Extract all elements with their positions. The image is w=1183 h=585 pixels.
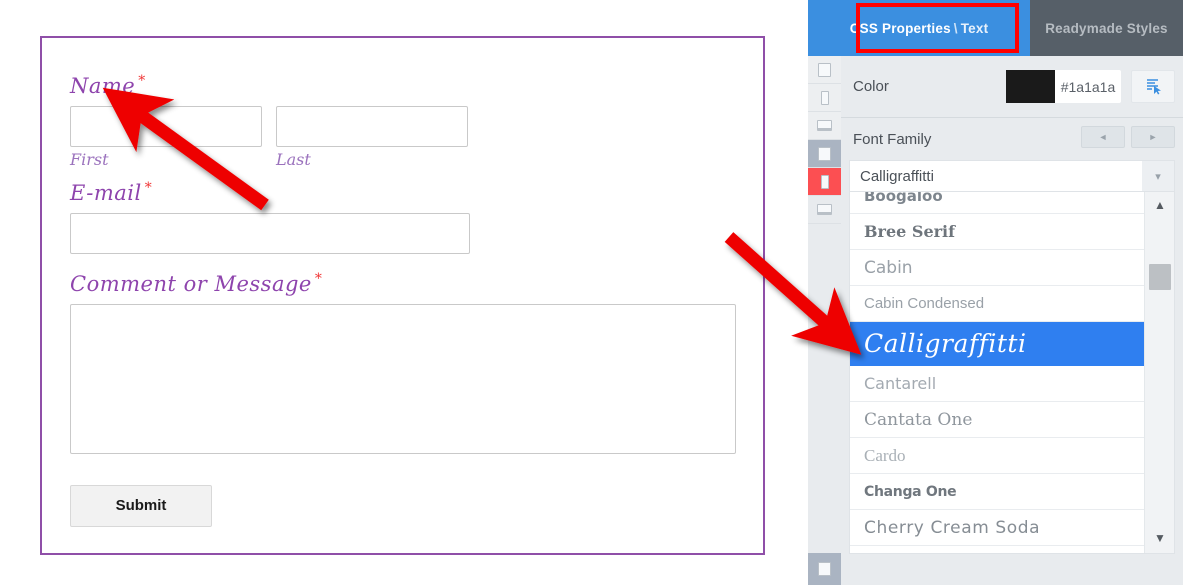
font-option-changa-one[interactable]: Changa One (850, 474, 1144, 510)
message-textarea[interactable] (70, 303, 736, 454)
font-option-cantarell[interactable]: Cantarell (850, 366, 1144, 402)
font-next-button[interactable]: ► (1131, 126, 1175, 148)
page-icon (818, 562, 831, 576)
font-option-bree-serif[interactable]: Bree Serif (850, 214, 1144, 250)
name-label: Name * (70, 73, 735, 98)
panel-tabbar: CSS Properties \ Text Readymade Styles (808, 0, 1183, 56)
first-name-sublabel: First (70, 150, 109, 170)
font-option-calligraffitti[interactable]: Calligraffitti (850, 322, 1144, 366)
scrollbar-thumb[interactable] (1149, 264, 1171, 290)
font-family-select[interactable]: Calligraffitti ▾ (849, 160, 1175, 192)
email-input[interactable] (70, 212, 470, 254)
font-option-cherry-cream-soda[interactable]: Cherry Cream Soda (850, 510, 1144, 546)
name-row: First Last (70, 106, 735, 169)
dropdown-scrollbar[interactable]: ▲ ▼ (1144, 192, 1174, 553)
tab-separator: \ (953, 20, 958, 36)
panel-content: Color #1a1a1a Font Family ◄ ► Calligraff… (841, 56, 1183, 585)
font-prev-button[interactable]: ◄ (1081, 126, 1125, 148)
email-label: E-mail * (70, 179, 735, 205)
rail-desktop-icon-button-2[interactable] (808, 196, 841, 224)
eyedropper-button[interactable] (1131, 70, 1175, 103)
color-swatch[interactable] (1006, 70, 1055, 103)
device-rail (808, 56, 841, 585)
mobile-icon (820, 90, 829, 105)
color-control[interactable]: #1a1a1a (1006, 70, 1121, 103)
page-icon (818, 146, 831, 161)
last-name-input[interactable] (276, 106, 468, 148)
message-required-marker: * (314, 270, 323, 287)
scroll-up-button[interactable]: ▲ (1145, 192, 1174, 218)
message-label-text: Comment or Message (70, 271, 312, 296)
tab-css-properties-label: CSS Properties (849, 20, 951, 36)
last-name-sublabel: Last (276, 150, 311, 170)
font-family-selected-value: Calligraffitti (860, 167, 934, 185)
desktop-icon (817, 120, 832, 131)
desktop-icon (817, 204, 832, 215)
font-option-cantata-one[interactable]: Cantata One (850, 402, 1144, 438)
mobile-icon (820, 174, 829, 189)
tab-css-properties[interactable]: CSS Properties \ Text (808, 0, 1030, 56)
rail-mobile-icon-button-1[interactable] (808, 84, 841, 112)
color-hex-value[interactable]: #1a1a1a (1055, 79, 1121, 95)
rail-page-icon-button-2[interactable] (808, 140, 841, 168)
font-nav-buttons: ◄ ► (1081, 126, 1175, 148)
font-family-title: Font Family (853, 130, 932, 148)
rail-mobile-icon-button-2[interactable] (808, 168, 841, 196)
rail-desktop-icon-button-1[interactable] (808, 112, 841, 140)
email-label-text: E-mail (70, 180, 142, 205)
name-label-text: Name (70, 74, 136, 98)
color-section-title: Color (853, 78, 889, 95)
first-name-input[interactable] (70, 106, 262, 148)
rail-page-icon-button-bottom[interactable] (808, 553, 841, 585)
css-properties-panel: CSS Properties \ Text Readymade Styles C… (808, 0, 1183, 585)
form-preview-area: Name * First Last E-mail * Comment or Me… (0, 0, 808, 585)
tab-css-properties-sublabel: Text (960, 20, 989, 36)
scroll-down-button[interactable]: ▼ (1145, 525, 1174, 551)
font-family-section: Font Family ◄ ► Calligraffitti ▾ Boogalo… (841, 118, 1183, 554)
color-section: Color #1a1a1a (841, 56, 1183, 118)
eyedropper-icon (1146, 79, 1161, 95)
rail-page-icon-button-1[interactable] (808, 56, 841, 84)
font-option-boogaloo[interactable]: Boogaloo (850, 192, 1144, 214)
chevron-right-icon: ► (1148, 132, 1158, 142)
font-option-cardo[interactable]: Cardo (850, 438, 1144, 474)
font-family-header: Font Family ◄ ► (841, 118, 1183, 160)
font-option-cabin[interactable]: Cabin (850, 250, 1144, 286)
chevron-left-icon: ◄ (1098, 132, 1108, 142)
email-required-marker: * (144, 179, 153, 196)
submit-button[interactable]: Submit (70, 484, 212, 527)
screen-root: Name * First Last E-mail * Comment or Me… (0, 0, 1183, 585)
message-label: Comment or Message * (70, 270, 735, 296)
font-option-cabin-condensed[interactable]: Cabin Condensed (850, 286, 1144, 322)
first-name-col: First (70, 106, 262, 169)
font-option-list: Boogaloo Bree Serif Cabin Cabin Condensed Ca… (850, 192, 1144, 546)
chevron-down-icon[interactable]: ▾ (1142, 161, 1174, 191)
name-required-marker: * (138, 73, 146, 89)
tab-readymade-styles[interactable]: Readymade Styles (1030, 0, 1183, 56)
font-family-dropdown: Boogaloo Bree Serif Cabin Cabin Condensed Ca… (849, 192, 1175, 554)
last-name-col: Last (276, 106, 468, 169)
contact-form-container: Name * First Last E-mail * Comment or Me… (40, 36, 765, 555)
page-icon (818, 62, 831, 77)
